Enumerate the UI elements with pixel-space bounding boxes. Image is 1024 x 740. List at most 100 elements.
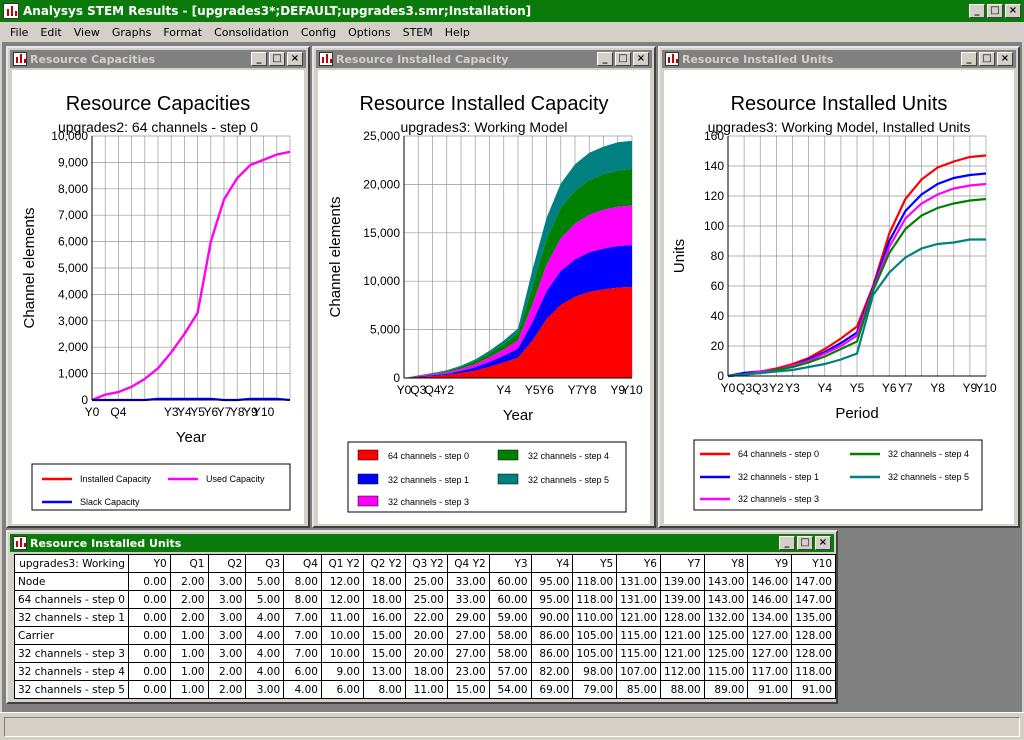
window-icon[interactable] — [13, 536, 27, 550]
table-cell[interactable]: 0.00 — [127, 680, 171, 699]
column-header[interactable]: Q3 Y2 — [404, 554, 448, 573]
table-cell[interactable]: 15.00 — [362, 644, 406, 663]
table-cell[interactable]: 4.00 — [245, 608, 285, 627]
table-cell[interactable]: 121.00 — [659, 626, 705, 645]
row-label[interactable]: 32 channels - step 1 — [14, 608, 129, 627]
table-cell[interactable]: 118.00 — [572, 590, 618, 609]
table-cell[interactable]: 115.00 — [703, 662, 749, 681]
table-cell[interactable]: 125.00 — [703, 626, 749, 645]
menu-stem[interactable]: STEM — [397, 26, 439, 39]
table-cell[interactable]: 86.00 — [530, 626, 574, 645]
table-cell[interactable]: 18.00 — [404, 662, 448, 681]
table-cell[interactable]: 3.00 — [207, 608, 247, 627]
table-cell[interactable]: 121.00 — [616, 608, 661, 627]
table-row[interactable]: 64 channels - step 0 0.00 2.00 3.00 5.00 8.00… — [14, 590, 836, 609]
table-cell[interactable]: 115.00 — [616, 644, 661, 663]
table-cell[interactable]: 146.00 — [747, 572, 793, 591]
table-cell[interactable]: 4.00 — [245, 662, 285, 681]
column-header[interactable]: Q1 — [169, 554, 209, 573]
table-cell[interactable]: 9.00 — [320, 662, 364, 681]
menu-format[interactable]: Format — [157, 26, 208, 39]
table-cell[interactable]: 139.00 — [659, 572, 705, 591]
row-label[interactable]: Carrier — [14, 626, 129, 645]
resource-capacities-window[interactable]: Resource Capacities _ □ × Resource Capac… — [6, 46, 310, 528]
table-cell[interactable]: 139.00 — [659, 590, 705, 609]
column-header[interactable]: Y10 — [791, 554, 836, 573]
table-cell[interactable]: 3.00 — [207, 626, 247, 645]
table-cell[interactable]: 27.00 — [446, 626, 490, 645]
table-cell[interactable]: 25.00 — [404, 572, 448, 591]
maximize-button[interactable]: □ — [979, 52, 995, 66]
minimize-button[interactable]: _ — [779, 536, 795, 550]
table-cell[interactable]: 115.00 — [616, 626, 661, 645]
table-cell[interactable]: 88.00 — [659, 680, 705, 699]
maximize-button[interactable]: □ — [615, 52, 631, 66]
maximize-button[interactable]: □ — [269, 52, 285, 66]
table-cell[interactable]: 15.00 — [446, 680, 490, 699]
table-cell[interactable]: 2.00 — [169, 590, 209, 609]
table-cell[interactable]: 16.00 — [362, 608, 406, 627]
table-cell[interactable]: 33.00 — [446, 590, 490, 609]
table-cell[interactable]: 85.00 — [616, 680, 661, 699]
table-cell[interactable]: 143.00 — [703, 590, 749, 609]
table-cell[interactable]: 143.00 — [703, 572, 749, 591]
table-cell[interactable]: 8.00 — [283, 572, 322, 591]
table-cell[interactable]: 6.00 — [283, 662, 322, 681]
table-cell[interactable]: 58.00 — [488, 644, 532, 663]
table-cell[interactable]: 11.00 — [320, 608, 364, 627]
table-cell[interactable]: 0.00 — [127, 662, 171, 681]
table-row[interactable]: Carrier 0.00 1.00 3.00 4.00 7.00 10.00 15.00 20.… — [14, 626, 836, 645]
table-cell[interactable]: 10.00 — [320, 644, 364, 663]
table-cell[interactable]: 147.00 — [791, 572, 836, 591]
menu-consolidation[interactable]: Consolidation — [208, 26, 295, 39]
menu-options[interactable]: Options — [342, 26, 396, 39]
table-cell[interactable]: 29.00 — [446, 608, 490, 627]
table-cell[interactable]: 4.00 — [245, 626, 285, 645]
app-icon[interactable] — [3, 3, 19, 19]
table-cell[interactable]: 20.00 — [404, 644, 448, 663]
table-cell[interactable]: 59.00 — [488, 608, 532, 627]
column-header[interactable]: Y4 — [530, 554, 574, 573]
row-label[interactable]: 32 channels - step 4 — [14, 662, 129, 681]
table-cell[interactable]: 23.00 — [446, 662, 490, 681]
resource-installed-units-table-titlebar[interactable]: Resource Installed Units _ □ × — [10, 534, 834, 552]
table-cell[interactable]: 86.00 — [530, 644, 574, 663]
table-cell[interactable]: 5.00 — [245, 572, 285, 591]
menu-view[interactable]: View — [68, 26, 106, 39]
table-cell[interactable]: 95.00 — [530, 590, 574, 609]
table-cell[interactable]: 0.00 — [127, 626, 171, 645]
table-cell[interactable]: 4.00 — [245, 644, 285, 663]
column-header[interactable]: Y8 — [703, 554, 749, 573]
close-button[interactable]: × — [815, 536, 831, 550]
window-icon[interactable] — [13, 52, 27, 66]
close-button[interactable]: × — [1005, 4, 1021, 18]
table-cell[interactable]: 0.00 — [127, 644, 171, 663]
resource-installed-capacity-titlebar[interactable]: Resource Installed Capacity _ □ × — [316, 50, 652, 68]
table-cell[interactable]: 128.00 — [659, 608, 705, 627]
table-cell[interactable]: 3.00 — [207, 572, 247, 591]
table-cell[interactable]: 127.00 — [747, 644, 793, 663]
table-cell[interactable]: 54.00 — [488, 680, 532, 699]
menu-file[interactable]: File — [4, 26, 34, 39]
menu-edit[interactable]: Edit — [34, 26, 67, 39]
resource-installed-units-chart-window[interactable]: Resource Installed Units _ □ × Resource … — [658, 46, 1020, 528]
table-corner-cell[interactable]: upgrades3: Working — [14, 554, 129, 573]
window-icon[interactable] — [665, 52, 679, 66]
table-cell[interactable]: 134.00 — [747, 608, 793, 627]
column-header[interactable]: Y5 — [572, 554, 618, 573]
table-cell[interactable]: 6.00 — [320, 680, 364, 699]
table-cell[interactable]: 25.00 — [404, 590, 448, 609]
table-cell[interactable]: 105.00 — [572, 644, 618, 663]
table-cell[interactable]: 2.00 — [207, 680, 247, 699]
table-cell[interactable]: 18.00 — [362, 572, 406, 591]
table-cell[interactable]: 1.00 — [169, 662, 209, 681]
table-cell[interactable]: 95.00 — [530, 572, 574, 591]
column-header[interactable]: Q4 Y2 — [446, 554, 490, 573]
table-cell[interactable]: 57.00 — [488, 662, 532, 681]
table-cell[interactable]: 131.00 — [616, 572, 661, 591]
column-header[interactable]: Q2 — [207, 554, 247, 573]
table-cell[interactable]: 79.00 — [572, 680, 618, 699]
table-cell[interactable]: 3.00 — [207, 644, 247, 663]
menu-graphs[interactable]: Graphs — [106, 26, 157, 39]
table-row[interactable]: 32 channels - step 3 0.00 1.00 3.00 4.00 7.00… — [14, 644, 836, 663]
